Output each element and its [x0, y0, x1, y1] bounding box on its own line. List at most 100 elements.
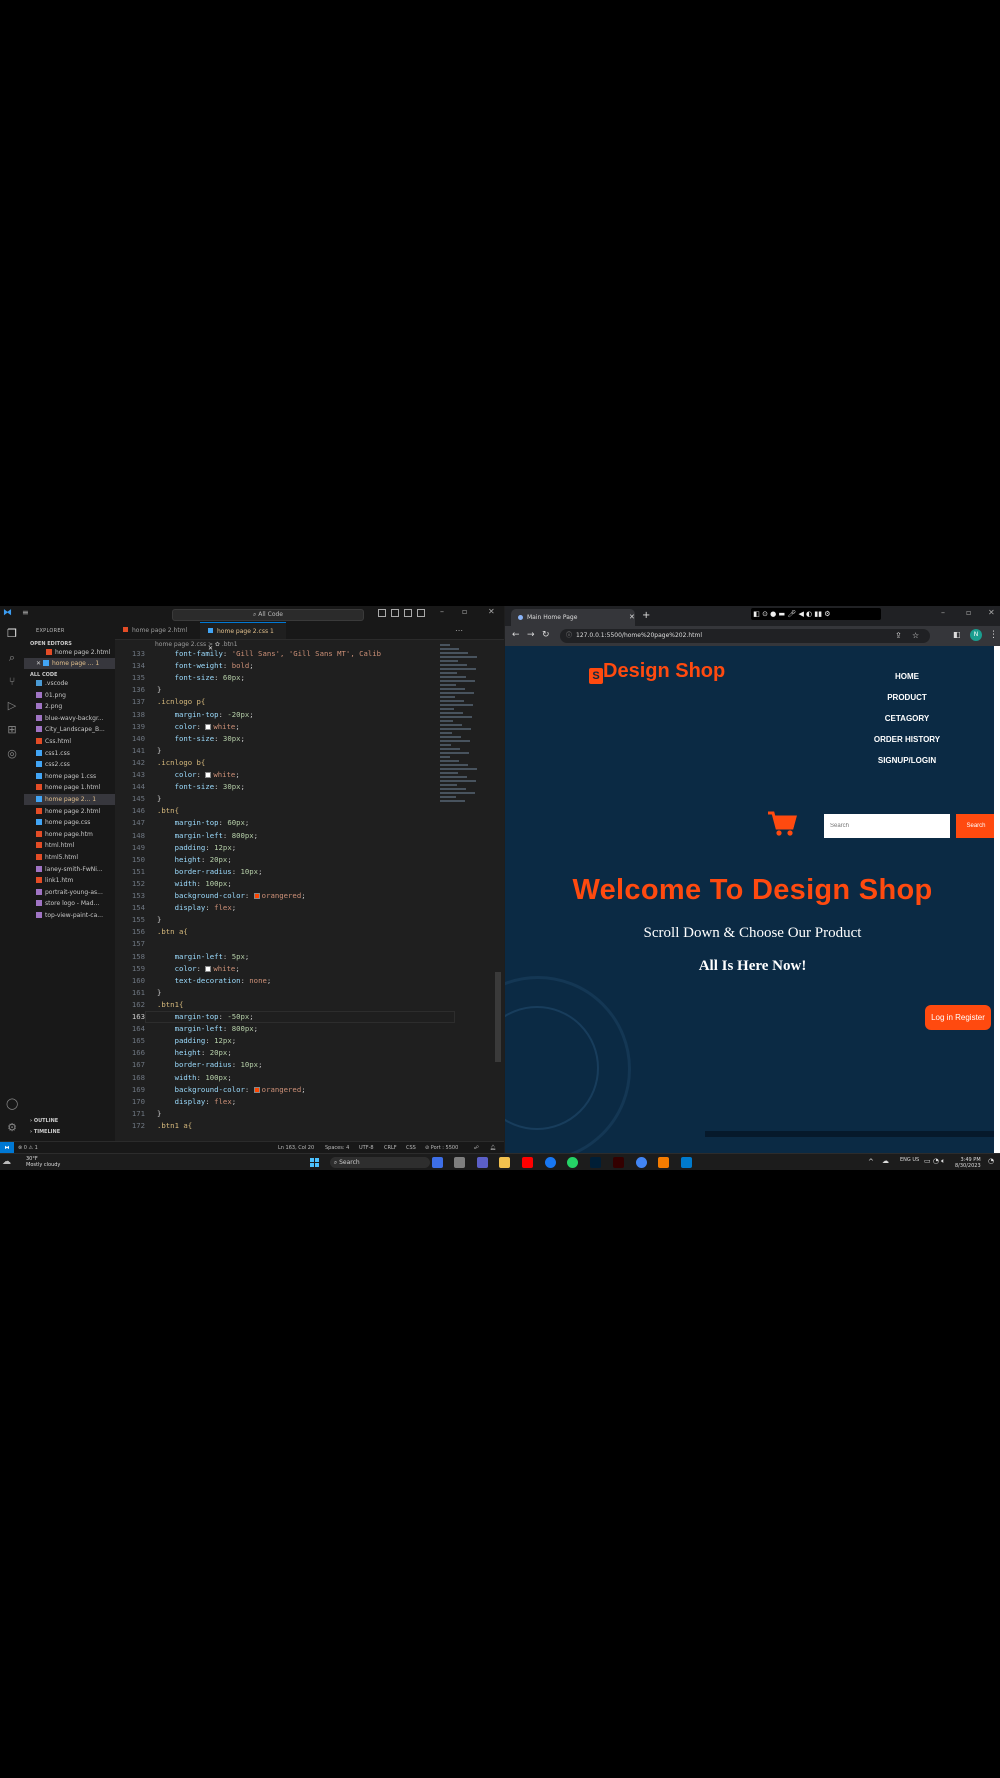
- file-tree-item[interactable]: 01.png: [24, 690, 127, 701]
- share-icon[interactable]: ⇪: [895, 629, 902, 643]
- tray-chevron-icon[interactable]: ^: [868, 1159, 874, 1166]
- weather-widget[interactable]: 30°F Mostly cloudy: [10, 1156, 60, 1168]
- file-tree-item[interactable]: css1.css: [24, 748, 127, 759]
- tab-home-page-2-html[interactable]: home page 2.html: [115, 622, 199, 639]
- split-editor-icon[interactable]: ⋯: [455, 626, 463, 635]
- new-tab-icon[interactable]: +: [642, 610, 650, 621]
- file-tree-item[interactable]: home page 1.css: [24, 771, 127, 782]
- file-tree-item[interactable]: Css.html: [24, 736, 127, 747]
- task-view-icon[interactable]: [454, 1157, 465, 1168]
- copilot-app-icon[interactable]: [432, 1157, 443, 1168]
- file-tree-item[interactable]: html.html: [24, 840, 127, 851]
- nav-product[interactable]: PRODUCT: [867, 693, 947, 702]
- breadcrumb[interactable]: home page 2.css > ✿ .btn1: [155, 641, 238, 648]
- browser-maximize-icon[interactable]: ▫: [966, 608, 971, 617]
- command-center[interactable]: ⌕ All Code: [172, 609, 364, 621]
- open-editor-item-active[interactable]: ✕ home page ... 1: [24, 658, 127, 669]
- toggle-secondary-sidebar-icon[interactable]: [404, 609, 412, 617]
- close-icon[interactable]: ✕: [488, 607, 495, 616]
- browser-tab[interactable]: Main Home Page ✕: [511, 609, 635, 626]
- menu-icon[interactable]: ≡: [22, 608, 29, 617]
- edge-devtools-icon[interactable]: ◎: [6, 748, 18, 760]
- file-icon: [36, 761, 42, 768]
- file-tree-item[interactable]: top-view-paint-ca...: [24, 910, 127, 921]
- browser-close-icon[interactable]: ✕: [988, 608, 995, 617]
- file-tree-item[interactable]: home page 2... 1: [24, 794, 127, 805]
- nav-signup-login[interactable]: SIGNUP/LOGIN: [867, 756, 947, 765]
- file-tree-item[interactable]: 2.png: [24, 701, 127, 712]
- site-info-icon[interactable]: ⓘ: [566, 629, 572, 643]
- chrome-app-icon[interactable]: [636, 1157, 647, 1168]
- file-tree-item[interactable]: home page.css: [24, 817, 127, 828]
- illustrator-app-icon[interactable]: [613, 1157, 624, 1168]
- file-tree-item[interactable]: laney-smith-FwNi...: [24, 864, 127, 875]
- search-button[interactable]: Search: [956, 814, 996, 838]
- photoshop-app-icon[interactable]: [590, 1157, 601, 1168]
- minimize-icon[interactable]: –: [440, 607, 444, 616]
- clock[interactable]: 3:49 PM 8/30/2023: [955, 1157, 981, 1169]
- forward-icon[interactable]: →: [527, 630, 535, 640]
- network-volume-icon[interactable]: ▭ ◔ 🔈︎: [924, 1158, 945, 1165]
- file-tree-item[interactable]: home page 1.html: [24, 782, 127, 793]
- toggle-panel-icon[interactable]: [391, 609, 399, 617]
- address-bar[interactable]: ⓘ 127.0.0.1:5500/home%20page%202.html ☆ …: [560, 629, 930, 643]
- profile-avatar[interactable]: N: [970, 629, 982, 641]
- login-register-button[interactable]: Log in Register: [925, 1005, 991, 1030]
- account-icon[interactable]: ◯: [6, 1098, 18, 1110]
- vscode-app-icon[interactable]: [681, 1157, 692, 1168]
- app-icon[interactable]: [658, 1157, 669, 1168]
- file-explorer-icon[interactable]: [499, 1157, 510, 1168]
- reload-icon[interactable]: ↻: [542, 630, 550, 640]
- outline-section[interactable]: › OUTLINE: [24, 1116, 121, 1126]
- code-line: display: flex;: [174, 903, 237, 913]
- settings-gear-icon[interactable]: ⚙: [6, 1122, 18, 1134]
- customize-layout-icon[interactable]: [417, 609, 425, 617]
- page-scrollbar[interactable]: [994, 646, 1000, 1153]
- taskbar-search[interactable]: ⌕ Search: [330, 1157, 430, 1168]
- back-icon[interactable]: ←: [512, 630, 520, 640]
- windows-start-icon[interactable]: [310, 1158, 320, 1168]
- minimap[interactable]: [440, 642, 480, 832]
- tab-home-page-2-css[interactable]: home page 2.css 1 ✕: [200, 622, 286, 652]
- file-tree-item[interactable]: css2.css: [24, 759, 127, 770]
- source-control-icon[interactable]: ⑂: [6, 676, 18, 688]
- toggle-sidebar-icon[interactable]: [378, 609, 386, 617]
- file-tree-item[interactable]: City_Landscape_B...: [24, 724, 127, 735]
- browser-minimize-icon[interactable]: –: [941, 608, 945, 617]
- youtube-app-icon[interactable]: [522, 1157, 533, 1168]
- file-tree-item[interactable]: .vscode: [24, 678, 127, 689]
- close-tab-icon[interactable]: ✕: [629, 609, 635, 626]
- maximize-icon[interactable]: ▫: [462, 607, 467, 616]
- site-logo[interactable]: S Design Shop: [589, 660, 725, 684]
- file-tree-item[interactable]: link1.htm: [24, 875, 127, 886]
- notifications-icon[interactable]: ◔: [988, 1158, 994, 1165]
- editor-scrollbar[interactable]: [495, 972, 501, 1062]
- facebook-app-icon[interactable]: [545, 1157, 556, 1168]
- file-tree-item[interactable]: portrait-young-as...: [24, 887, 127, 898]
- whatsapp-app-icon[interactable]: [567, 1157, 578, 1168]
- timeline-section[interactable]: › TIMELINE: [24, 1127, 121, 1137]
- sidepanel-icon[interactable]: ◧: [953, 630, 961, 639]
- file-tree-item[interactable]: home page.htm: [24, 829, 127, 840]
- teams-app-icon[interactable]: [477, 1157, 488, 1168]
- search-icon[interactable]: ⌕: [6, 652, 18, 664]
- search-input[interactable]: [824, 814, 950, 838]
- file-tree-item[interactable]: html5.html: [24, 852, 127, 863]
- file-tree-item[interactable]: store logo - Mad...: [24, 898, 127, 909]
- screen-recorder-toolbar[interactable]: ◧ ⊙ ● ▬ 🎤︎ ◀ ◐ ▮▮ ⚙: [751, 608, 881, 620]
- tab-label: home page 2.html: [132, 627, 188, 634]
- bookmark-star-icon[interactable]: ☆: [912, 629, 919, 643]
- nav-category[interactable]: CETAGORY: [867, 714, 947, 723]
- code-line: border-radius: 10px;: [174, 1060, 263, 1070]
- file-tree-item[interactable]: blue-wavy-backgr...: [24, 713, 127, 724]
- extensions-icon[interactable]: ⊞: [6, 724, 18, 736]
- shopping-cart-icon[interactable]: [767, 810, 797, 838]
- browser-menu-icon[interactable]: ⋮: [989, 630, 998, 640]
- nav-home[interactable]: HOME: [867, 672, 947, 681]
- file-tree-item[interactable]: home page 2.html: [24, 806, 127, 817]
- language-indicator[interactable]: ENG US: [900, 1157, 919, 1163]
- nav-order-history[interactable]: ORDER HISTORY: [867, 735, 947, 744]
- run-debug-icon[interactable]: ▷: [6, 700, 18, 712]
- onedrive-icon[interactable]: ☁: [882, 1158, 889, 1165]
- explorer-icon[interactable]: ❐: [6, 628, 18, 640]
